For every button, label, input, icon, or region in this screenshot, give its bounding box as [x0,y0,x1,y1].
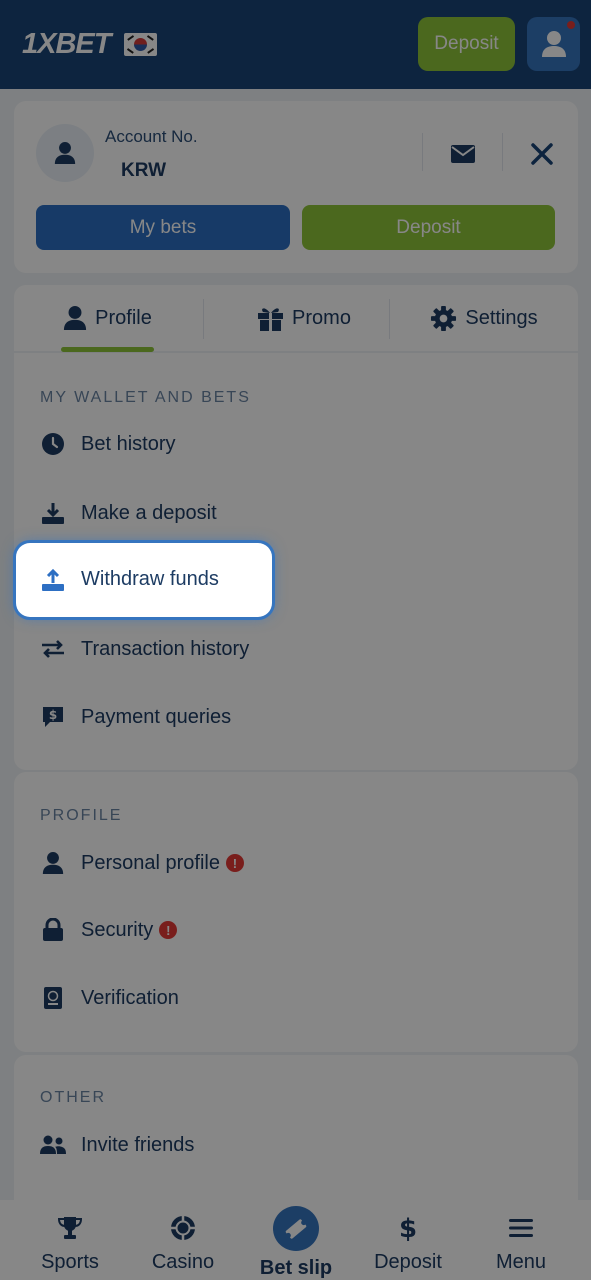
passport-icon [40,985,66,1011]
warning-icon: ! [159,921,178,940]
gift-icon [258,307,284,331]
nav-deposit[interactable]: $ Deposit [368,1200,448,1280]
nav-label: Bet slip [259,1257,333,1279]
account-number-label: Account No. [105,127,198,146]
menu-item-label: Invite friends [81,1133,195,1156]
warning-icon: ! [225,854,244,873]
gear-icon [431,305,457,331]
download-icon [40,500,66,526]
profile-section: PROFILE Personal profile! Security! Veri… [14,772,578,1052]
hamburger-icon [508,1213,534,1243]
menu-item-bet-history[interactable]: Bet history [14,419,574,469]
divider [203,299,204,339]
section-title: PROFILE [40,807,123,824]
menu-item-personal-profile[interactable]: Personal profile! [14,838,574,888]
nav-sports[interactable]: Sports [30,1200,110,1280]
svg-text:$: $ [399,1214,417,1242]
divider [502,133,503,171]
tab-label: Settings [465,306,538,329]
messages-button[interactable] [447,138,479,170]
ticket-icon [273,1206,319,1251]
notification-dot [567,21,575,29]
person-icon [40,850,66,876]
menu-item-label: Bet history [81,432,176,455]
tab-promo[interactable]: Promo [224,285,384,351]
user-icon [54,142,76,164]
menu-item-label: Personal profile [81,851,220,874]
my-bets-button[interactable]: My bets [36,205,290,250]
korea-flag-icon [124,32,158,56]
nav-label: Deposit [374,1251,442,1273]
nav-label: Sports [41,1251,99,1273]
menu-item-invite-friends[interactable]: Invite friends [14,1120,574,1170]
menu-item-label: Transaction history [81,637,250,660]
user-icon [541,31,566,57]
highlighted-withdraw-funds[interactable]: Withdraw funds [16,543,272,617]
nav-bet-slip[interactable]: Bet slip [250,1200,342,1280]
top-bar: 1XBET Deposit [0,0,591,89]
trophy-icon [57,1213,83,1243]
menu-item-security[interactable]: Security! [14,905,574,955]
users-icon [40,1132,66,1158]
upload-icon [40,567,66,593]
dollar-chat-icon: $ [40,704,66,730]
other-section: OTHER Invite friends [14,1055,578,1215]
logo[interactable]: 1XBET [22,27,158,60]
close-button[interactable] [525,137,559,171]
menu-item-label: Security [81,918,154,941]
active-tab-indicator [61,347,154,352]
user-icon [64,306,87,330]
menu-item-label: Make a deposit [81,501,217,524]
logo-text: 1XBET [22,27,111,60]
menu-item-make-deposit[interactable]: Make a deposit [14,488,574,538]
svg-text:$: $ [49,708,57,722]
menu-item-label-wrap: Personal profile! [81,852,244,875]
nav-casino[interactable]: Casino [143,1200,223,1280]
envelope-icon [451,145,475,163]
deposit-button[interactable]: Deposit [302,205,555,250]
tab-profile[interactable]: Profile [61,285,154,351]
menu-item-label: Verification [81,986,179,1009]
menu-item-label-wrap: Security! [81,918,178,942]
avatar [36,124,94,182]
dollar-icon: $ [399,1213,417,1243]
profile-tabs: Profile Promo Settings [14,285,578,352]
clock-icon [40,431,66,457]
menu-item-label: Withdraw funds [81,568,219,590]
nav-menu[interactable]: Menu [481,1200,561,1280]
lock-icon [40,917,66,943]
tab-label: Promo [292,306,351,329]
tab-settings[interactable]: Settings [414,285,554,351]
divider [422,133,423,171]
nav-label: Menu [495,1251,547,1273]
section-title: MY WALLET AND BETS [40,389,251,406]
tab-label: Profile [95,306,152,329]
header-deposit-button[interactable]: Deposit [418,17,515,71]
nav-label: Casino [151,1251,215,1273]
close-icon [531,143,553,165]
menu-item-transaction-history[interactable]: Transaction history [14,624,574,674]
user-account-button[interactable] [527,17,580,71]
account-card: Account No. KRW My bets Deposit [14,101,578,273]
chip-icon [170,1213,196,1243]
menu-item-label: Payment queries [81,705,232,728]
menu-item-payment-queries[interactable]: $ Payment queries [14,692,574,742]
menu-item-verification[interactable]: Verification [14,973,574,1023]
account-currency: KRW [121,160,167,181]
bottom-nav: Sports Casino Bet slip $ Deposit Menu [0,1200,591,1280]
section-title: OTHER [40,1089,106,1106]
arrows-exchange-icon [40,636,66,662]
divider [389,299,390,339]
